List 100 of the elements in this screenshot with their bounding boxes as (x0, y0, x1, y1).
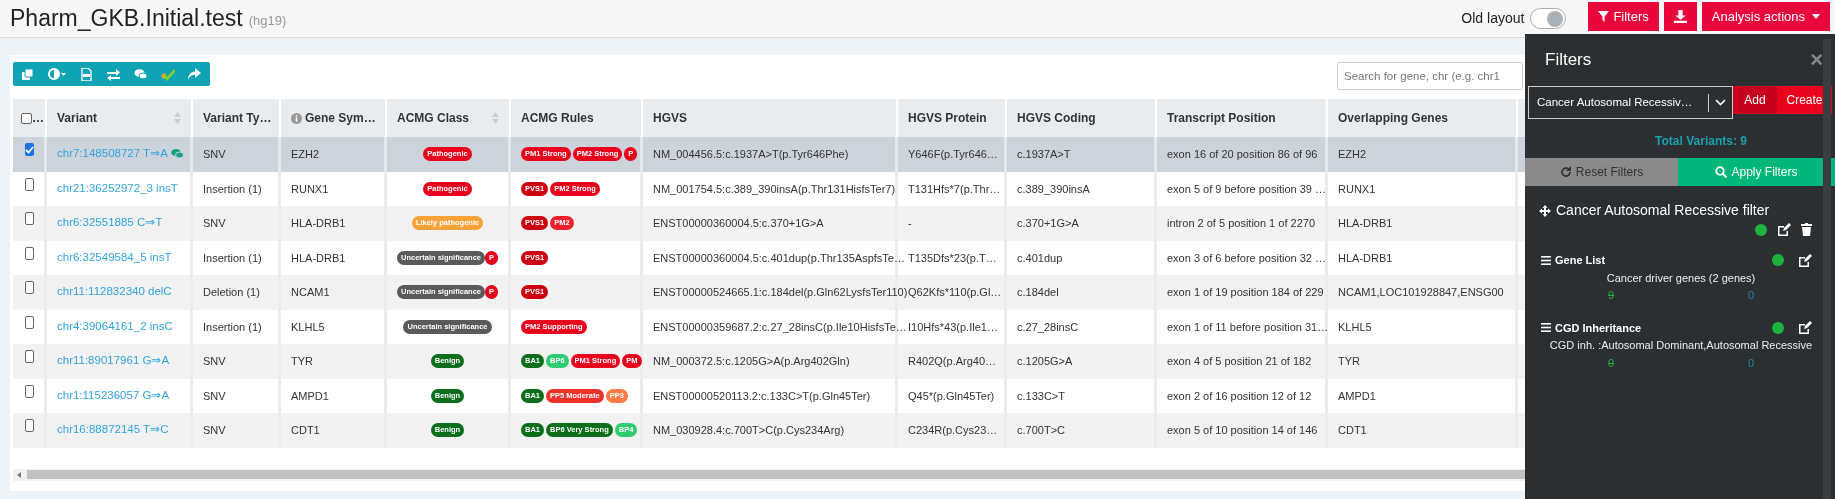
column-header[interactable]: HGVS (653, 109, 886, 127)
copy-icon[interactable] (21, 67, 35, 81)
edit-icon[interactable] (1798, 321, 1812, 335)
row-checkbox[interactable] (25, 281, 34, 294)
table-cell-text: I10Hfs*43(p.Ile1… (908, 319, 998, 335)
table-cell-text: Deletion (1) (203, 285, 260, 300)
table-cell-text: R402Q(p.Arg40… (908, 354, 997, 369)
row-checkbox[interactable] (25, 246, 34, 260)
table-cell-text: TYR (1338, 354, 1360, 369)
column-header[interactable]: HGVS Coding (1017, 109, 1145, 127)
close-button[interactable]: × (1810, 49, 1823, 71)
row-checkbox[interactable] (25, 419, 34, 432)
filter-select[interactable]: Cancer Autosomal Recessiv… (1528, 86, 1733, 119)
table-cell-text: ENST00000360004.5:c.370+1G>A (653, 216, 824, 231)
table-cell-text: EZH2 (291, 147, 320, 162)
column-header[interactable]: Variant (57, 109, 181, 127)
table-cell-text: exon 5 of 9 before position 39 … (1167, 181, 1326, 197)
table-cell-text: c.700T>C (1017, 423, 1065, 438)
table-cell-text: c.389_390insA (1017, 181, 1090, 197)
download-icon (1673, 10, 1687, 23)
download-button[interactable] (1663, 2, 1697, 31)
table-cell-text: c.133C>T (1017, 388, 1065, 404)
checkmark-icon (25, 145, 34, 154)
file-icon[interactable] (80, 67, 94, 81)
column-header[interactable]: Variant Ty… (203, 109, 272, 127)
rule-title: Gene List (1555, 253, 1607, 268)
count-after: 0 (1746, 288, 1756, 303)
table-cell-text: NM_000372.5:c.1205G>A(p.Arg402Gln) (653, 354, 850, 369)
table-cell-text: NCAM1,LOC101928847,ENSG00 (1338, 285, 1504, 300)
table-cell-text: HLA-DRB1 (291, 250, 346, 266)
table-cell-text: c.370+1G>A (1017, 216, 1079, 231)
table-cell-text: T131Hfs*7(p.Thr… (908, 181, 1001, 197)
table-cell-text: HLA-DRB1 (1338, 250, 1393, 266)
reset-filters-button[interactable]: Reset Filters (1525, 158, 1678, 186)
table-cell-text: ENST00000520113.2:c.133C>T(p.Gln45Ter) (653, 388, 871, 404)
table-cell-text: ENST00000360004.5:c.401dup(p.Thr135AspfsTe… (653, 250, 905, 266)
table-cell-text: Insertion (1) (203, 250, 262, 266)
table-cell-text: RUNX1 (1338, 181, 1376, 197)
row-checkbox[interactable] (25, 177, 34, 191)
table-cell-text: - (908, 216, 912, 231)
column-header[interactable]: Transcript Position (1167, 109, 1316, 127)
table-cell-text: HLA-DRB1 (1338, 216, 1393, 231)
swap-arrows-icon[interactable] (107, 67, 121, 81)
share-arrow-icon[interactable] (188, 67, 202, 81)
count-before: 0 (1606, 355, 1616, 371)
layout-toggle[interactable] (1530, 8, 1567, 29)
table-cell-text: AMPD1 (1338, 388, 1376, 404)
chevron-down-icon (1715, 99, 1726, 106)
table-cell-text: Q62Kfs*110(p.Gl… (908, 285, 1002, 300)
table-cell-text: CDT1 (291, 423, 320, 438)
row-checkbox[interactable] (25, 350, 34, 363)
table-cell-text: intron 2 of 5 position 1 of 2270 (1167, 216, 1315, 231)
table-cell-text: c.27_28insC (1017, 319, 1079, 335)
row-checkbox[interactable] (25, 212, 34, 225)
table-cell-text: NM_030928.4:c.700T>C(p.Cys234Arg) (653, 423, 845, 438)
column-header[interactable]: ACMG Class (397, 109, 499, 127)
edit-icon[interactable] (1798, 253, 1812, 267)
caret-icon (1812, 14, 1820, 19)
panel-scrollbar[interactable] (1823, 39, 1831, 499)
search-field[interactable]: Search for gene, chr (e.g. chr1 (1337, 62, 1523, 90)
table-cell-text: TYR (291, 354, 313, 369)
info-icon (291, 112, 302, 124)
table-cell-text: T135Dfs*23(p.T… (908, 250, 997, 266)
refresh-icon (1559, 166, 1572, 178)
count-after: 0 (1746, 355, 1756, 371)
table-cell-text: exon 16 of 20 position 86 of 96 (1167, 147, 1318, 162)
contrast-icon[interactable] (48, 67, 67, 81)
table-cell-text: exon 1 of 11 before position 31… (1167, 319, 1329, 335)
toggle-label: Old layout (1461, 9, 1525, 28)
check-icon[interactable] (161, 67, 175, 81)
analysis-actions-button[interactable]: Analysis actions (1701, 2, 1830, 31)
filter-icon (1598, 11, 1610, 22)
header-label: … (32, 110, 45, 127)
column-header[interactable]: Overlapping Genes (1338, 109, 1506, 127)
genome-label: (hg19) (248, 11, 287, 30)
select-all-checkbox[interactable] (21, 112, 32, 124)
trash-icon[interactable] (1801, 223, 1812, 236)
comments-icon[interactable] (134, 67, 148, 81)
row-checkbox[interactable] (25, 143, 34, 156)
page-title: Pharm_GKB.Initial.test (10, 4, 243, 34)
column-header[interactable]: Gene Sym… (291, 109, 376, 127)
row-checkbox[interactable] (25, 384, 34, 398)
column-header[interactable]: ACMG Rules (521, 109, 631, 127)
rule-title: CGD Inheritance (1555, 320, 1643, 336)
panel-title: Filters (1545, 49, 1592, 72)
table-cell-text: SNV (203, 216, 226, 231)
table-cell-text: exon 2 of 16 position 12 of 12 (1167, 388, 1312, 404)
horizontal-scrollbar[interactable] (13, 468, 1525, 481)
edit-icon[interactable] (1777, 223, 1791, 236)
column-header[interactable]: HGVS Protein (908, 109, 995, 127)
table-cell-text: Insertion (1) (203, 319, 262, 335)
table-cell-text: exon 5 of 10 position 14 of 146 (1167, 423, 1318, 438)
table-cell-text: C234R(p.Cys23… (908, 423, 998, 438)
search-icon (1715, 166, 1728, 178)
add-button[interactable]: Add (1733, 86, 1777, 114)
total-variants: Total Variants: 9 (1654, 133, 1748, 150)
table-cell-text: exon 3 of 6 before position 32 … (1167, 250, 1326, 266)
row-checkbox[interactable] (25, 315, 34, 329)
filters-button[interactable]: Filters (1588, 2, 1659, 31)
table-cell-text: RUNX1 (291, 181, 329, 197)
